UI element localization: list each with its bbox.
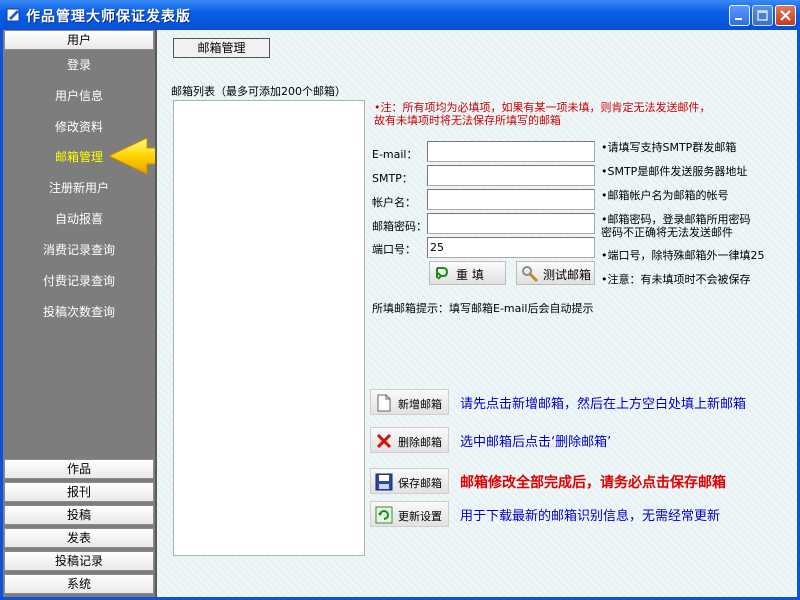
port-hint: •端口号，除特殊邮箱外一律填25	[601, 249, 765, 262]
password-input[interactable]	[427, 213, 595, 234]
save-mailbox-label: 保存邮箱	[398, 477, 442, 490]
delete-x-icon	[376, 433, 392, 449]
nav-submission-count[interactable]: 投稿次数查询	[3, 300, 155, 324]
test-mailbox-button[interactable]: 测试邮箱	[516, 261, 595, 285]
title-bar[interactable]: 作品管理大师保证发表版	[0, 0, 800, 30]
app-icon	[6, 8, 20, 22]
group-submit-button[interactable]: 投稿	[4, 505, 154, 525]
password-hint-line2: 密码不正确将无法发送邮件	[601, 226, 733, 239]
save-floppy-icon	[375, 473, 393, 491]
password-hint: •邮箱密码，登录邮箱所用密码 密码不正确将无法发送邮件	[601, 213, 751, 239]
nav-auto-report[interactable]: 自动报喜	[3, 207, 155, 231]
delete-mailbox-instruction: 选中邮箱后点击‘删除邮箱’	[460, 435, 612, 450]
nav-register-user[interactable]: 注册新用户	[3, 176, 155, 200]
group-publish-button[interactable]: 发表	[4, 528, 154, 548]
group-submission-records-button[interactable]: 投稿记录	[4, 551, 154, 571]
unsaved-note: •注意：有未填项时不会被保存	[601, 273, 751, 286]
close-button[interactable]	[775, 5, 796, 26]
email-input[interactable]	[427, 141, 595, 162]
window-title: 作品管理大师保证发表版	[26, 9, 191, 25]
add-mailbox-instruction: 请先点击新增邮箱，然后在上方空白处填上新邮箱	[460, 397, 747, 412]
update-settings-instruction: 用于下载最新的邮箱识别信息，无需经常更新	[460, 509, 721, 524]
mailbox-list[interactable]	[173, 100, 365, 556]
nav-login[interactable]: 登录	[3, 53, 155, 77]
refresh-icon	[375, 506, 393, 524]
test-mailbox-label: 测试邮箱	[543, 268, 592, 282]
required-note-line1: •注：所有项均为必填项，如果有某一项未填，则肯定无法发送邮件，	[374, 101, 711, 114]
refill-label: 重 填	[456, 268, 484, 282]
app-window: 作品管理大师保证发表版 用户 登录 用户信息 修改资料 邮箱管理 注册新用户 自…	[0, 0, 800, 600]
update-settings-label: 更新设置	[398, 510, 442, 523]
new-document-icon	[377, 394, 391, 412]
required-note: •注：所有项均为必填项，如果有某一项未填，则肯定无法发送邮件， 故有未填项时将无…	[374, 101, 774, 127]
save-mailbox-button[interactable]: 保存邮箱	[370, 468, 449, 494]
email-hint: •请填写支持SMTP群发邮箱	[601, 141, 737, 154]
account-label: 帐户名：	[372, 196, 416, 209]
email-label: E-mail：	[372, 148, 418, 161]
nav-payment-records[interactable]: 付费记录查询	[3, 269, 155, 293]
port-input[interactable]	[427, 237, 595, 258]
add-mailbox-button[interactable]: 新增邮箱	[370, 389, 449, 415]
minimize-icon	[735, 18, 742, 20]
client-area: 用户 登录 用户信息 修改资料 邮箱管理 注册新用户 自动报喜 消费记录查询 付…	[3, 30, 797, 597]
account-input[interactable]	[427, 189, 595, 210]
account-hint: •邮箱帐户名为邮箱的帐号	[601, 189, 729, 202]
save-mailbox-instruction: 邮箱修改全部完成后，请务必点击保存邮箱	[460, 475, 726, 491]
sidebar: 用户 登录 用户信息 修改资料 邮箱管理 注册新用户 自动报喜 消费记录查询 付…	[3, 30, 210, 597]
group-newspapers-button[interactable]: 报刊	[4, 482, 154, 502]
tab-mailbox-management[interactable]: 邮箱管理	[173, 38, 270, 58]
wrench-icon	[522, 266, 539, 283]
email-autocomplete-tip: 所填邮箱提示：填写邮箱E-mail后会自动提示	[372, 302, 594, 315]
smtp-label: SMTP：	[372, 172, 413, 185]
group-user-button[interactable]: 用户	[4, 30, 154, 50]
port-label: 端口号：	[372, 243, 416, 256]
add-mailbox-label: 新增邮箱	[398, 398, 442, 411]
password-hint-line1: •邮箱密码，登录邮箱所用密码	[601, 213, 751, 226]
smtp-input[interactable]	[427, 165, 595, 186]
close-icon	[780, 10, 791, 21]
mailbox-list-label: 邮箱列表（最多可添加200个邮箱）	[171, 85, 346, 98]
delete-mailbox-label: 删除邮箱	[398, 436, 442, 449]
delete-mailbox-button[interactable]: 删除邮箱	[370, 427, 449, 453]
group-system-button[interactable]: 系统	[4, 574, 154, 594]
update-settings-button[interactable]: 更新设置	[370, 501, 449, 527]
smtp-hint: •SMTP是邮件发送服务器地址	[601, 165, 748, 178]
required-note-line2: 故有未填项时将无法保存所填写的邮箱	[374, 114, 561, 127]
refill-button[interactable]: 重 填	[429, 261, 506, 285]
refill-icon	[436, 267, 449, 280]
maximize-icon	[757, 10, 768, 21]
maximize-button[interactable]	[752, 5, 773, 26]
main-panel: 邮箱管理 邮箱列表（最多可添加200个邮箱） •注：所有项均为必填项，如果有某一…	[157, 30, 797, 597]
password-label: 邮箱密码：	[372, 220, 427, 233]
nav-user-info[interactable]: 用户信息	[3, 84, 155, 108]
minimize-button[interactable]	[729, 5, 750, 26]
group-works-button[interactable]: 作品	[4, 459, 154, 479]
nav-consumption-records[interactable]: 消费记录查询	[3, 238, 155, 262]
